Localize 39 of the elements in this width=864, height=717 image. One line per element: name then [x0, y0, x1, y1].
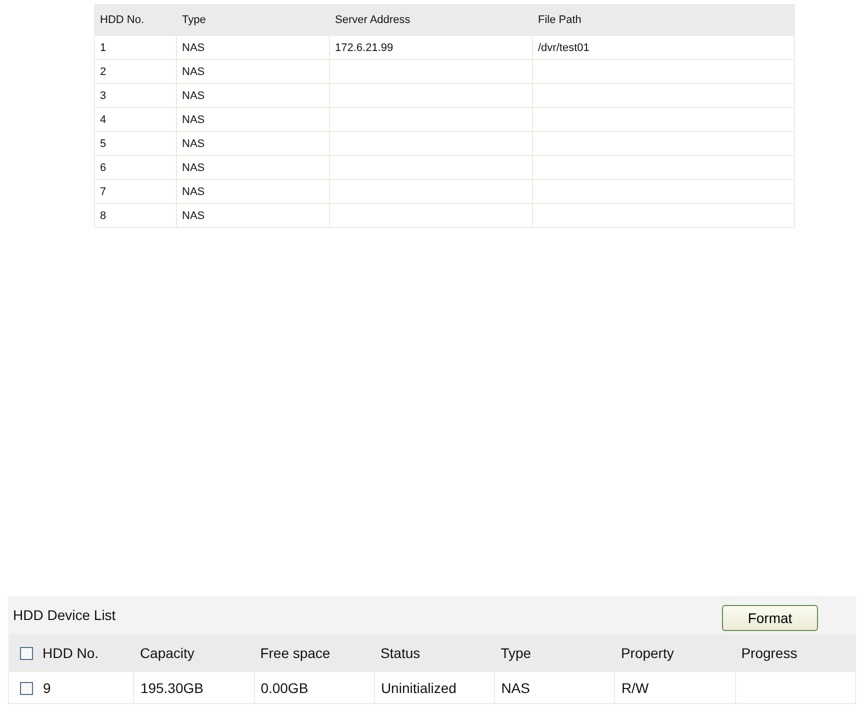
table-cell: NAS: [176, 180, 330, 204]
column-header: Server Address: [330, 4, 532, 36]
table-cell: NAS: [176, 204, 330, 228]
table-cell: NAS: [176, 132, 330, 156]
table-cell: 2: [94, 60, 176, 84]
table-cell: NAS: [176, 36, 330, 60]
table-cell: 1: [94, 36, 176, 60]
column-header: File Path: [532, 4, 794, 36]
table-cell: 7: [94, 180, 176, 204]
column-header: Type: [176, 4, 330, 36]
column-header: HDD No.: [94, 4, 176, 36]
table-cell: NAS: [176, 156, 330, 180]
table-cell: 8: [94, 204, 176, 228]
checkbox[interactable]: [20, 682, 33, 694]
checkbox[interactable]: [20, 646, 32, 660]
table-cell: 172.6.21.99: [330, 36, 532, 60]
format-button[interactable]: Format: [722, 605, 818, 631]
table-cell: Uninitialized: [380, 680, 456, 696]
column-header: Status: [380, 644, 420, 660]
table-cell: 9: [43, 680, 51, 696]
table-cell: 4: [94, 108, 176, 132]
panel-title: HDD Device List: [13, 607, 116, 623]
table-cell: 6: [94, 156, 176, 180]
table-cell: NAS: [176, 60, 330, 84]
table-cell: 0.00GB: [260, 680, 308, 696]
column-header: Progress: [741, 644, 798, 660]
table-cell: NAS: [176, 84, 330, 108]
table-cell: 3: [94, 84, 176, 108]
table-cell: NAS: [176, 108, 330, 132]
column-header: Capacity: [140, 644, 194, 660]
table-cell: 5: [94, 132, 176, 156]
table-cell: /dvr/test01: [532, 36, 794, 60]
column-header: Type: [500, 644, 532, 660]
table-cell: R/W: [621, 680, 649, 696]
column-header: Free space: [260, 644, 330, 660]
table-cell: 195.30GB: [140, 680, 204, 696]
column-header: Property: [620, 644, 674, 660]
column-header: HDD No.: [42, 644, 99, 660]
table-cell: NAS: [501, 680, 530, 696]
